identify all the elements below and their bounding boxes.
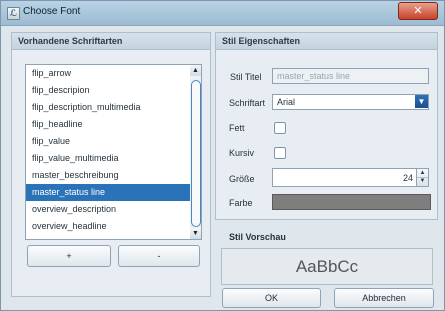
farbe-label: Farbe [229,198,253,208]
window-title: Choose Font [23,6,81,17]
add-font-button[interactable]: + [27,245,111,267]
remove-font-button[interactable]: - [118,245,200,267]
list-item[interactable]: master_beschreibung [26,167,190,184]
choose-font-dialog: ℒ Choose Font ✕ Vorhandene Schriftarten … [0,0,445,311]
list-item[interactable]: overview_headline [26,218,190,235]
style-properties-header: Stil Eigenschaften [216,33,437,50]
list-item[interactable]: overview_description [26,201,190,218]
font-list-header: Vorhandene Schriftarten [12,33,210,50]
kursiv-label: Kursiv [229,148,255,158]
list-item-selected[interactable]: master_status line [26,184,190,201]
schriftart-label: Schriftart [229,98,266,108]
font-list[interactable]: flip_arrow flip_descripion flip_descript… [25,64,192,240]
close-button[interactable]: ✕ [398,2,438,20]
list-item[interactable]: flip_value [26,133,190,150]
font-list-scrollbar[interactable]: ▲ ▼ [190,64,202,240]
schriftart-dropdown[interactable]: Arial ▼ [272,94,429,110]
fett-checkbox[interactable] [274,122,286,134]
chevron-down-icon[interactable]: ▼ [415,95,428,108]
preview-header: Stil Vorschau [229,232,286,242]
kursiv-checkbox[interactable] [274,147,286,159]
scroll-up-icon[interactable]: ▲ [190,65,201,76]
groesse-spinner[interactable]: 24 ▲ ▼ [272,168,429,187]
groesse-value: 24 [402,173,413,183]
list-item[interactable]: flip_descripion [26,82,190,99]
scroll-down-icon[interactable]: ▼ [190,228,201,239]
groesse-spinner-buttons[interactable]: ▲ ▼ [416,169,428,186]
fett-label: Fett [229,123,245,133]
stil-titel-field[interactable]: master_status line [272,68,429,84]
list-item[interactable]: flip_headline [26,116,190,133]
font-dialog-icon: ℒ [7,7,20,20]
schriftart-value: Arial [277,97,296,107]
style-properties-panel: Stil Eigenschaften [215,32,438,220]
scroll-thumb[interactable] [191,80,201,227]
title-bar[interactable]: ℒ Choose Font ✕ [1,1,444,26]
ok-button[interactable]: OK [222,288,321,308]
style-preview: AaBbCc [221,248,433,285]
groesse-label: Größe [229,174,255,184]
spin-down-icon[interactable]: ▼ [417,177,428,185]
farbe-color-swatch[interactable] [272,194,431,210]
list-item[interactable]: flip_arrow [26,65,190,82]
cancel-button[interactable]: Abbrechen [334,288,434,308]
list-item[interactable]: flip_value_multimedia [26,150,190,167]
stil-titel-label: Stil Titel [230,72,262,82]
list-item[interactable]: flip_description_multimedia [26,99,190,116]
